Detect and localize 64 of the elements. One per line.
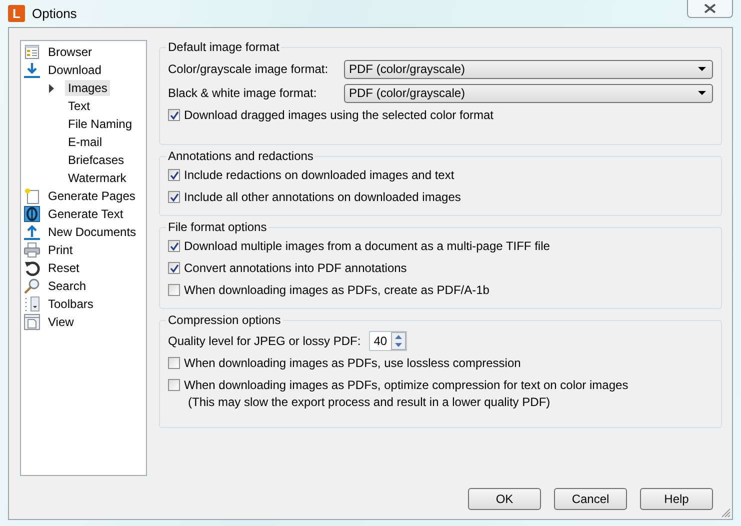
checkbox[interactable] xyxy=(168,109,180,121)
tree-item[interactable]: E-mail xyxy=(65,134,106,150)
tree-item[interactable]: Images xyxy=(65,80,110,96)
tree-item[interactable]: New Documents xyxy=(45,224,140,240)
checkbox[interactable] xyxy=(168,284,180,296)
checkbox[interactable] xyxy=(168,357,180,369)
dropdown-arrow-icon xyxy=(698,91,706,95)
group-title: File format options xyxy=(166,220,269,234)
field-label: Color/grayscale image format: xyxy=(168,62,330,76)
tree-item[interactable]: File Naming xyxy=(65,116,136,132)
field-label: Black & white image format: xyxy=(168,86,318,100)
tree-item[interactable]: Search xyxy=(45,278,90,294)
tree-item[interactable]: Download xyxy=(45,62,104,78)
toolbars-icon xyxy=(24,296,40,312)
upload-icon xyxy=(24,224,40,240)
close-icon xyxy=(704,4,716,13)
note-text: (This may slow the export process and result in a lower quality PDF) xyxy=(187,395,550,409)
tree-item[interactable]: Briefcases xyxy=(65,152,128,168)
tree-item[interactable]: Browser xyxy=(45,44,96,60)
format-dropdown[interactable]: PDF (color/grayscale) xyxy=(344,84,713,102)
tree-item[interactable]: Text xyxy=(65,98,94,114)
browser-icon xyxy=(24,45,40,59)
quality-spinner[interactable]: 40 xyxy=(368,331,407,351)
view-icon xyxy=(24,314,40,330)
group-title: Default image format xyxy=(166,40,282,54)
tree-item[interactable]: View xyxy=(45,314,77,330)
checkbox-label[interactable]: Include redactions on downloaded images and text xyxy=(184,168,454,182)
dialog-button[interactable]: OK xyxy=(468,488,541,510)
dialog-button[interactable]: Help xyxy=(640,488,713,510)
dropdown-arrow-icon xyxy=(698,67,706,71)
checkbox[interactable] xyxy=(168,240,180,252)
search-icon xyxy=(24,278,40,294)
tree-item[interactable]: Generate Text xyxy=(45,206,126,222)
resize-grip-icon[interactable] xyxy=(721,508,731,518)
checkbox[interactable] xyxy=(168,169,180,181)
pages-icon xyxy=(24,188,40,204)
spin-arrows-icon[interactable] xyxy=(390,332,406,350)
tree-item[interactable]: Generate Pages xyxy=(45,188,138,204)
reset-icon xyxy=(24,260,40,276)
tree-item[interactable]: Watermark xyxy=(65,170,130,186)
tree-item[interactable]: Toolbars xyxy=(45,296,96,312)
checkbox-label[interactable]: When downloading images as PDFs, use lossless compression xyxy=(184,356,521,370)
checkbox-label[interactable]: Download dragged images using the selected color format xyxy=(184,108,494,122)
format-dropdown[interactable]: PDF (color/grayscale) xyxy=(344,60,713,78)
close-button[interactable] xyxy=(687,0,733,18)
download-icon xyxy=(24,62,40,78)
checkbox[interactable] xyxy=(168,379,180,391)
tree-item[interactable]: Reset xyxy=(45,260,82,276)
checkbox-label[interactable]: When downloading images as PDFs, optimize compression for text on color images xyxy=(184,378,628,392)
tree-item[interactable]: Print xyxy=(45,242,76,258)
checkbox[interactable] xyxy=(168,191,180,203)
expand-arrow-icon[interactable] xyxy=(49,84,54,92)
app-logo: L xyxy=(8,5,25,22)
field-label: Quality level for JPEG or lossy PDF: xyxy=(168,334,361,348)
group-title: Compression options xyxy=(166,313,283,327)
dialog-button[interactable]: Cancel xyxy=(554,488,627,510)
checkbox-label[interactable]: Include all other annotations on downloaded images xyxy=(184,190,461,204)
checkbox[interactable] xyxy=(168,262,180,274)
checkbox-label[interactable]: When downloading images as PDFs, create as PDF/A-1b xyxy=(184,283,490,297)
print-icon xyxy=(24,242,40,258)
checkbox-label[interactable]: Download multiple images from a document as a multi-page TIFF file xyxy=(184,239,550,253)
checkbox-label[interactable]: Convert annotations into PDF annotations xyxy=(184,261,407,275)
group-title: Annotations and redactions xyxy=(166,149,316,163)
window-title: Options xyxy=(32,6,78,21)
